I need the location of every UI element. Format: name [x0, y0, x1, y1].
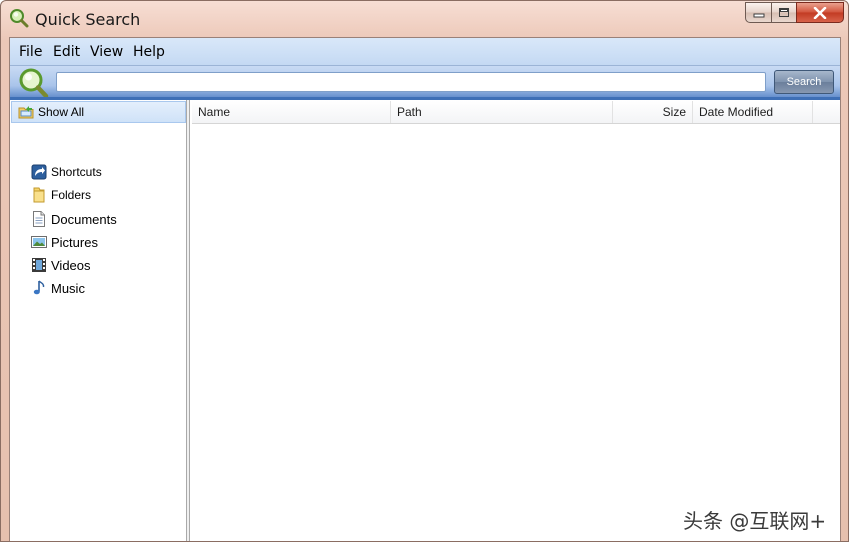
show-all-icon — [18, 106, 34, 119]
filter-item-show-all[interactable]: Show All — [11, 101, 186, 123]
filter-item-videos[interactable]: Videos — [31, 254, 181, 276]
filter-label: Documents — [51, 211, 117, 227]
maximize-button[interactable] — [771, 2, 797, 23]
filter-item-documents[interactable]: Documents — [31, 208, 181, 230]
shortcut-icon — [31, 164, 47, 180]
maximize-icon — [779, 8, 789, 17]
filter-item-pictures[interactable]: Pictures — [31, 231, 181, 253]
close-icon — [813, 6, 827, 19]
minimize-icon — [753, 13, 764, 17]
menu-edit[interactable]: Edit — [53, 44, 80, 60]
window-controls — [745, 2, 844, 24]
search-button[interactable]: Search — [774, 70, 834, 94]
results-pane: Name Path Size Date Modified — [190, 100, 840, 541]
picture-icon — [31, 236, 47, 248]
document-icon — [33, 211, 45, 227]
column-header-name[interactable]: Name — [192, 101, 391, 123]
close-button[interactable] — [796, 2, 844, 23]
client-area: File Edit View Help Search Show All Shor… — [9, 37, 841, 541]
search-bar: Search — [10, 66, 840, 99]
filter-label: Show All — [38, 105, 85, 119]
column-header-filler — [813, 101, 840, 123]
filter-label: Music — [51, 280, 85, 296]
watermark-text: 头条 @互联网+ — [683, 509, 827, 533]
column-header-size[interactable]: Size — [613, 101, 693, 123]
menu-help[interactable]: Help — [133, 44, 165, 60]
app-window: Quick Search File Edit View Help Search … — [0, 0, 849, 542]
menu-file[interactable]: File — [19, 44, 42, 60]
search-icon — [19, 68, 49, 99]
filter-item-folders[interactable]: Folders — [31, 184, 181, 206]
menu-bar: File Edit View Help — [10, 38, 840, 66]
column-header-path[interactable]: Path — [391, 101, 613, 123]
filter-label: Folders — [51, 188, 92, 202]
column-header-date-modified[interactable]: Date Modified — [693, 101, 813, 123]
results-header: Name Path Size Date Modified — [192, 101, 840, 124]
magnifier-app-icon — [10, 9, 29, 28]
window-title: Quick Search — [35, 10, 141, 29]
filter-item-shortcuts[interactable]: Shortcuts — [31, 161, 181, 183]
search-input[interactable] — [56, 72, 766, 92]
menu-view[interactable]: View — [90, 44, 123, 60]
filter-pane: Show All Shortcuts Folders Documents Pic… — [10, 100, 187, 541]
music-icon — [33, 280, 45, 295]
filter-label: Shortcuts — [51, 165, 102, 179]
filter-label: Pictures — [51, 234, 98, 250]
video-icon — [32, 258, 46, 272]
folder-icon — [33, 187, 45, 203]
minimize-button[interactable] — [745, 2, 772, 23]
filter-label: Videos — [51, 257, 91, 273]
title-bar[interactable]: Quick Search — [1, 1, 848, 35]
filter-item-music[interactable]: Music — [31, 277, 181, 299]
